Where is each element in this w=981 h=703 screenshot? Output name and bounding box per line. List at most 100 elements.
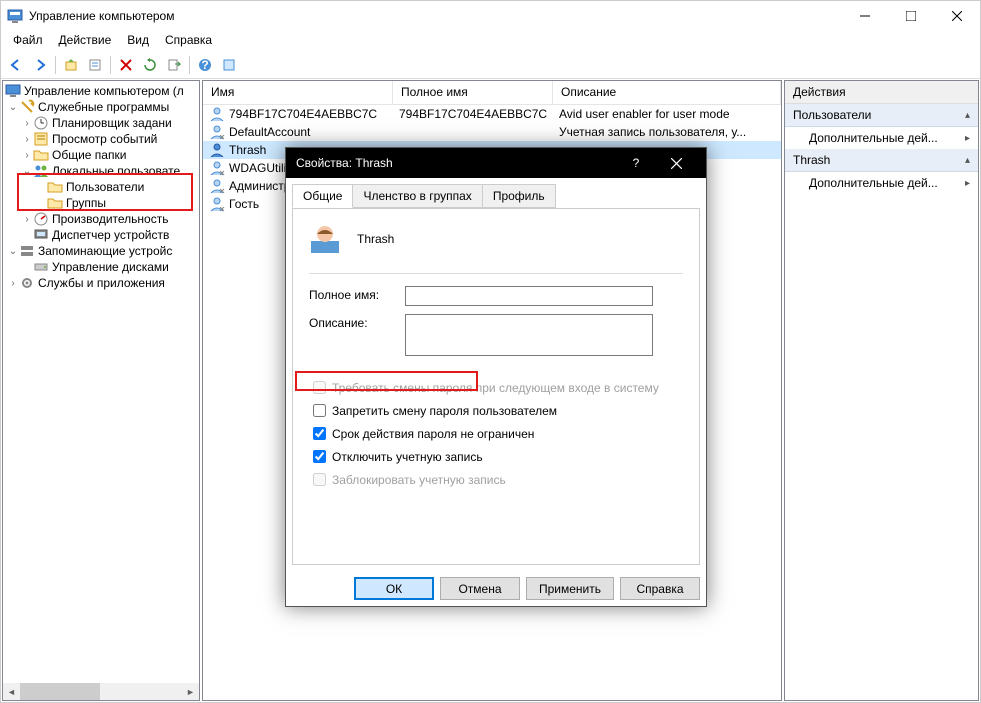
tree-performance[interactable]: › Производительность (3, 211, 199, 227)
properties-button[interactable] (84, 54, 106, 76)
actions-section-thrash[interactable]: Thrash ▴ (785, 149, 978, 172)
clock-icon (33, 115, 49, 131)
chevron-right-icon: ▸ (965, 133, 970, 144)
tree-users[interactable]: Пользователи (3, 179, 199, 195)
tools-icon (19, 99, 35, 115)
users-icon (33, 163, 49, 179)
user-icon (209, 124, 225, 140)
col-fullname[interactable]: Полное имя (393, 81, 553, 104)
username-label: Thrash (357, 232, 394, 246)
user-icon (209, 196, 225, 212)
minimize-button[interactable] (842, 1, 888, 31)
user-icon (209, 106, 225, 122)
svg-text:?: ? (201, 58, 208, 72)
apply-button[interactable]: Применить (526, 577, 614, 600)
properties-dialog: Свойства: Thrash ? Общие Членство в груп… (285, 147, 707, 607)
never-expires-row[interactable]: Срок действия пароля не ограничен (309, 424, 683, 443)
user-icon (209, 142, 225, 158)
help-button[interactable]: ? (616, 148, 656, 178)
folder-icon (47, 195, 63, 211)
tree-device-manager[interactable]: Диспетчер устройств (3, 227, 199, 243)
menu-action[interactable]: Действие (53, 31, 118, 51)
tree-scrollbar[interactable]: ◄ ► (3, 683, 199, 700)
tab-profile[interactable]: Профиль (482, 184, 556, 208)
refresh-button[interactable] (139, 54, 161, 76)
must-change-checkbox (313, 381, 326, 394)
app-icon (7, 8, 23, 24)
tab-general[interactable]: Общие (292, 184, 353, 208)
list-row[interactable]: DefaultAccount Учетная запись пользовате… (203, 123, 781, 141)
fullname-label: Полное имя: (309, 286, 405, 302)
user-icon (209, 178, 225, 194)
menu-help[interactable]: Справка (159, 31, 218, 51)
tree-disk-mgmt[interactable]: Управление дисками (3, 259, 199, 275)
chevron-right-icon: ▸ (965, 178, 970, 189)
actions-header: Действия (785, 81, 978, 104)
up-button[interactable] (60, 54, 82, 76)
titlebar: Управление компьютером (1, 1, 980, 31)
tree-task-scheduler[interactable]: › Планировщик задани (3, 115, 199, 131)
tab-memberof[interactable]: Членство в группах (352, 184, 482, 208)
cannot-change-checkbox[interactable] (313, 404, 326, 417)
dialog-titlebar: Свойства: Thrash ? (286, 148, 706, 178)
export-button[interactable] (163, 54, 185, 76)
actions-more-2[interactable]: Дополнительные дей... ▸ (785, 172, 978, 194)
desc-label: Описание: (309, 314, 405, 330)
help-button[interactable]: ? (194, 54, 216, 76)
avatar-icon (309, 223, 341, 255)
forward-button[interactable] (29, 54, 51, 76)
window-title: Управление компьютером (29, 9, 842, 23)
menu-file[interactable]: Файл (7, 31, 49, 51)
device-icon (33, 227, 49, 243)
close-button[interactable] (934, 1, 980, 31)
event-icon (33, 131, 49, 147)
list-row[interactable]: 794BF17C704E4AEBBC7C 794BF17C704E4AEBBC7… (203, 105, 781, 123)
dialog-buttons: ОК Отмена Применить Справка (292, 565, 700, 600)
collapse-icon: ▴ (965, 110, 970, 121)
scroll-left-icon[interactable]: ◄ (3, 683, 20, 700)
never-expires-checkbox[interactable] (313, 427, 326, 440)
actions-panel: Действия Пользователи ▴ Дополнительные д… (784, 80, 979, 701)
desc-input[interactable] (405, 314, 653, 356)
disabled-row[interactable]: Отключить учетную запись (309, 447, 683, 466)
col-name[interactable]: Имя (203, 81, 393, 104)
storage-icon (19, 243, 35, 259)
computer-icon (5, 83, 21, 99)
actions-more-1[interactable]: Дополнительные дей... ▸ (785, 127, 978, 149)
must-change-row: Требовать смены пароля при следующем вхо… (309, 378, 683, 397)
user-icon (209, 160, 225, 176)
tree-groups[interactable]: Группы (3, 195, 199, 211)
tree-services[interactable]: › Службы и приложения (3, 275, 199, 291)
dialog-title: Свойства: Thrash (296, 156, 616, 170)
locked-row: Заблокировать учетную запись (309, 470, 683, 489)
menubar: Файл Действие Вид Справка (1, 31, 980, 51)
help-button[interactable]: Справка (620, 577, 700, 600)
ok-button[interactable]: ОК (354, 577, 434, 600)
col-desc[interactable]: Описание (553, 81, 781, 104)
tree-system-tools[interactable]: ⌄ Служебные программы (3, 99, 199, 115)
fullname-input[interactable] (405, 286, 653, 306)
tree-root[interactable]: Управление компьютером (л (3, 83, 199, 99)
tree-shared-folders[interactable]: › Общие папки (3, 147, 199, 163)
back-button[interactable] (5, 54, 27, 76)
tree-storage[interactable]: ⌄ Запоминающие устройс (3, 243, 199, 259)
disabled-checkbox[interactable] (313, 450, 326, 463)
tree-local-users[interactable]: ⌄ Локальные пользовате (3, 163, 199, 179)
actions-section-users[interactable]: Пользователи ▴ (785, 104, 978, 127)
toolbar: ? (1, 51, 980, 79)
delete-button[interactable] (115, 54, 137, 76)
disk-icon (33, 259, 49, 275)
maximize-button[interactable] (888, 1, 934, 31)
cannot-change-row[interactable]: Запретить смену пароля пользователем (309, 401, 683, 420)
list-header: Имя Полное имя Описание (203, 81, 781, 105)
folder-icon (33, 147, 49, 163)
scroll-right-icon[interactable]: ► (182, 683, 199, 700)
menu-view[interactable]: Вид (121, 31, 155, 51)
extra-button[interactable] (218, 54, 240, 76)
tree-panel[interactable]: Управление компьютером (л ⌄ Служебные пр… (2, 80, 200, 701)
tab-strip: Общие Членство в группах Профиль (292, 184, 700, 208)
tab-content: Thrash Полное имя: Описание: Требовать с… (292, 208, 700, 565)
close-button[interactable] (656, 148, 696, 178)
cancel-button[interactable]: Отмена (440, 577, 520, 600)
tree-event-viewer[interactable]: › Просмотр событий (3, 131, 199, 147)
